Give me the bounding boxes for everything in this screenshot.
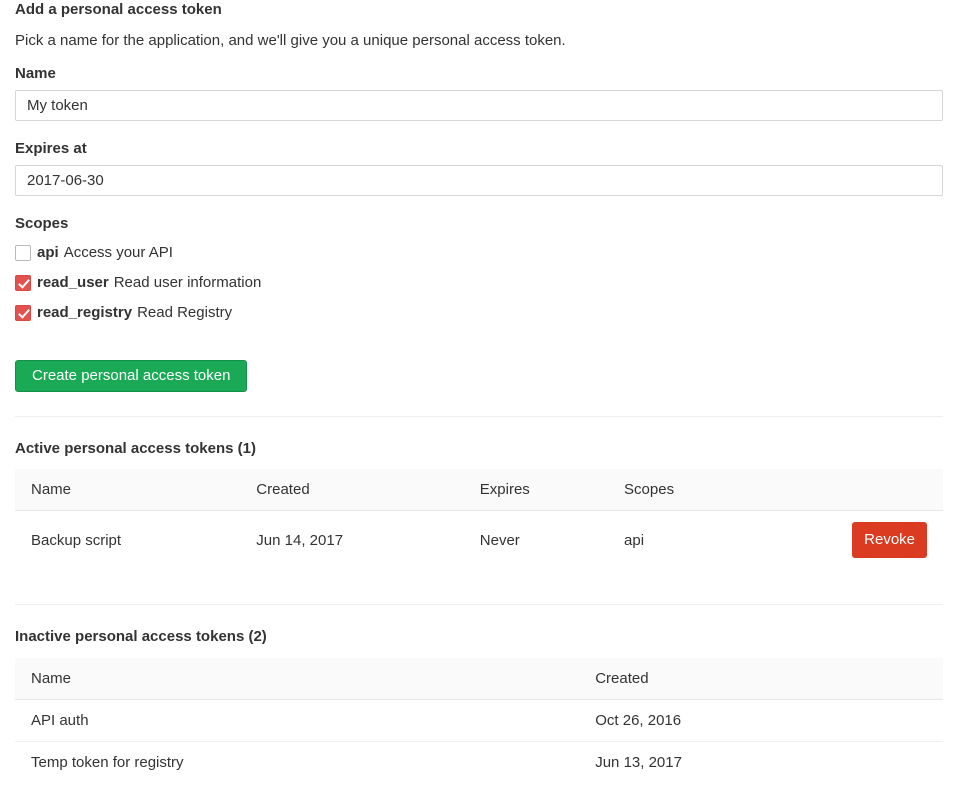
revoke-button[interactable]: Revoke xyxy=(852,522,927,558)
inactive-tokens-table: Name Created API auth Oct 26, 2016 Temp … xyxy=(15,658,943,783)
table-row: Temp token for registry Jun 13, 2017 xyxy=(15,741,943,783)
expires-at-input[interactable] xyxy=(15,165,943,196)
inactive-col-name: Name xyxy=(15,658,579,700)
scope-read-registry-row[interactable]: read_registry Read Registry xyxy=(15,304,943,322)
inactive-tokens-title: Inactive personal access tokens (2) xyxy=(15,629,943,646)
token-scopes-cell: api xyxy=(608,511,836,570)
scope-api-description: Access your API xyxy=(64,244,173,262)
table-row: Backup script Jun 14, 2017 Never api Rev… xyxy=(15,511,943,570)
token-name-cell: Backup script xyxy=(15,511,240,570)
create-token-button[interactable]: Create personal access token xyxy=(15,360,247,392)
scope-read-user-name: read_user xyxy=(37,274,109,292)
table-row: API auth Oct 26, 2016 xyxy=(15,699,943,741)
scope-api-checkbox[interactable] xyxy=(15,245,31,261)
expires-at-label: Expires at xyxy=(15,141,943,157)
token-name-label: Name xyxy=(15,66,943,82)
scope-api-name: api xyxy=(37,244,59,262)
active-tokens-title: Active personal access tokens (1) xyxy=(15,441,943,458)
form-description: Pick a name for the application, and we'… xyxy=(15,33,943,49)
active-col-expires: Expires xyxy=(464,469,608,511)
token-created-cell: Oct 26, 2016 xyxy=(579,699,943,741)
active-tokens-header: Name Created Expires Scopes xyxy=(15,469,943,511)
section-divider xyxy=(15,604,943,605)
scopes-label: Scopes xyxy=(15,216,943,232)
token-created-cell: Jun 14, 2017 xyxy=(240,511,463,570)
token-expires-cell: Never xyxy=(464,511,608,570)
token-name-cell: Temp token for registry xyxy=(15,741,579,783)
section-divider xyxy=(15,416,943,417)
scope-read-registry-checkbox[interactable] xyxy=(15,305,31,321)
active-tokens-table: Name Created Expires Scopes Backup scrip… xyxy=(15,469,943,569)
scope-read-user-row[interactable]: read_user Read user information xyxy=(15,274,943,292)
active-col-created: Created xyxy=(240,469,463,511)
active-col-actions xyxy=(836,469,943,511)
personal-access-tokens-page: Add a personal access token Pick a name … xyxy=(15,0,943,783)
scope-api-row[interactable]: api Access your API xyxy=(15,244,943,262)
active-col-scopes: Scopes xyxy=(608,469,836,511)
scope-read-user-description: Read user information xyxy=(114,274,262,292)
scope-read-registry-name: read_registry xyxy=(37,304,132,322)
token-name-input[interactable] xyxy=(15,90,943,121)
inactive-tokens-header: Name Created xyxy=(15,658,943,700)
inactive-col-created: Created xyxy=(579,658,943,700)
page-title: Add a personal access token xyxy=(15,2,943,19)
active-col-name: Name xyxy=(15,469,240,511)
token-name-cell: API auth xyxy=(15,699,579,741)
token-action-cell: Revoke xyxy=(836,511,943,570)
scope-read-registry-description: Read Registry xyxy=(137,304,232,322)
token-created-cell: Jun 13, 2017 xyxy=(579,741,943,783)
scope-read-user-checkbox[interactable] xyxy=(15,275,31,291)
